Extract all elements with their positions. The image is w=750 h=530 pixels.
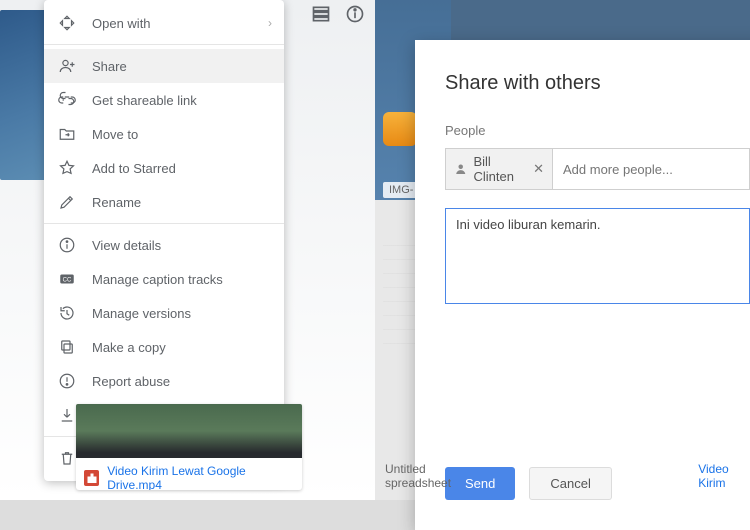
background-filename-stub: IMG-	[383, 182, 419, 198]
left-screenshot: Open with › Share Get shareable link Mov…	[0, 0, 375, 500]
menu-rename[interactable]: Rename	[44, 185, 284, 219]
right-screenshot: IMG- Share with others People Bill Clint…	[375, 0, 750, 500]
menu-label: Add to Starred	[92, 161, 176, 176]
menu-label: View details	[92, 238, 161, 253]
person-add-icon	[58, 57, 76, 75]
menu-label: Get shareable link	[92, 93, 197, 108]
menu-make-copy[interactable]: Make a copy	[44, 330, 284, 364]
pencil-icon	[58, 193, 76, 211]
menu-view-details[interactable]: View details	[44, 228, 284, 262]
folder-move-icon	[58, 125, 76, 143]
cc-icon: CC	[58, 270, 76, 288]
background-bottom-filenames: Untitled spreadsheet Video Kirim	[385, 462, 750, 490]
people-label: People	[445, 123, 750, 138]
dialog-title: Share with others	[445, 72, 750, 95]
file-name: Video Kirim Lewat Google Drive.mp4	[107, 464, 294, 490]
link-icon	[58, 91, 76, 109]
warning-icon	[58, 372, 76, 390]
menu-label: Share	[92, 59, 127, 74]
menu-label: Open with	[92, 16, 151, 31]
menu-share[interactable]: Share	[44, 49, 284, 83]
svg-text:CC: CC	[63, 277, 72, 283]
menu-caption-tracks[interactable]: CC Manage caption tracks	[44, 262, 284, 296]
share-message-input[interactable]	[445, 208, 750, 304]
add-people-input[interactable]	[553, 149, 749, 189]
video-filename: Video Kirim	[698, 462, 750, 490]
list-view-icon[interactable]	[311, 4, 331, 29]
video-file-icon	[84, 470, 99, 486]
toolbar-icons	[311, 4, 365, 29]
menu-manage-versions[interactable]: Manage versions	[44, 296, 284, 330]
background-app-icons	[383, 112, 417, 146]
menu-label: Rename	[92, 195, 141, 210]
person-chip[interactable]: Bill Clinten ✕	[446, 149, 553, 189]
menu-divider	[44, 44, 284, 45]
chip-remove-icon[interactable]: ✕	[533, 161, 544, 177]
menu-move-to[interactable]: Move to	[44, 117, 284, 151]
open-with-icon	[58, 14, 76, 32]
spreadsheet-filename: Untitled spreadsheet	[385, 462, 478, 490]
chevron-right-icon: ›	[268, 16, 272, 30]
menu-report-abuse[interactable]: Report abuse	[44, 364, 284, 398]
download-icon	[58, 406, 76, 424]
menu-label: Manage caption tracks	[92, 272, 223, 287]
menu-label: Manage versions	[92, 306, 191, 321]
menu-divider	[44, 223, 284, 224]
info-icon[interactable]	[345, 4, 365, 29]
menu-add-starred[interactable]: Add to Starred	[44, 151, 284, 185]
trash-icon	[58, 449, 76, 467]
history-icon	[58, 304, 76, 322]
star-icon	[58, 159, 76, 177]
menu-label: Report abuse	[92, 374, 170, 389]
file-card[interactable]: Video Kirim Lewat Google Drive.mp4	[76, 404, 302, 490]
file-title-bar: Video Kirim Lewat Google Drive.mp4	[76, 458, 302, 490]
file-thumbnail	[76, 404, 302, 458]
people-input-row: Bill Clinten ✕	[445, 148, 750, 190]
chip-name: Bill Clinten	[473, 154, 525, 184]
menu-label: Make a copy	[92, 340, 166, 355]
info-circle-icon	[58, 236, 76, 254]
menu-open-with[interactable]: Open with ›	[44, 6, 284, 40]
share-dialog: Share with others People Bill Clinten ✕ …	[415, 40, 750, 530]
menu-get-link[interactable]: Get shareable link	[44, 83, 284, 117]
menu-label: Move to	[92, 127, 138, 142]
copy-icon	[58, 338, 76, 356]
person-icon	[454, 161, 467, 177]
